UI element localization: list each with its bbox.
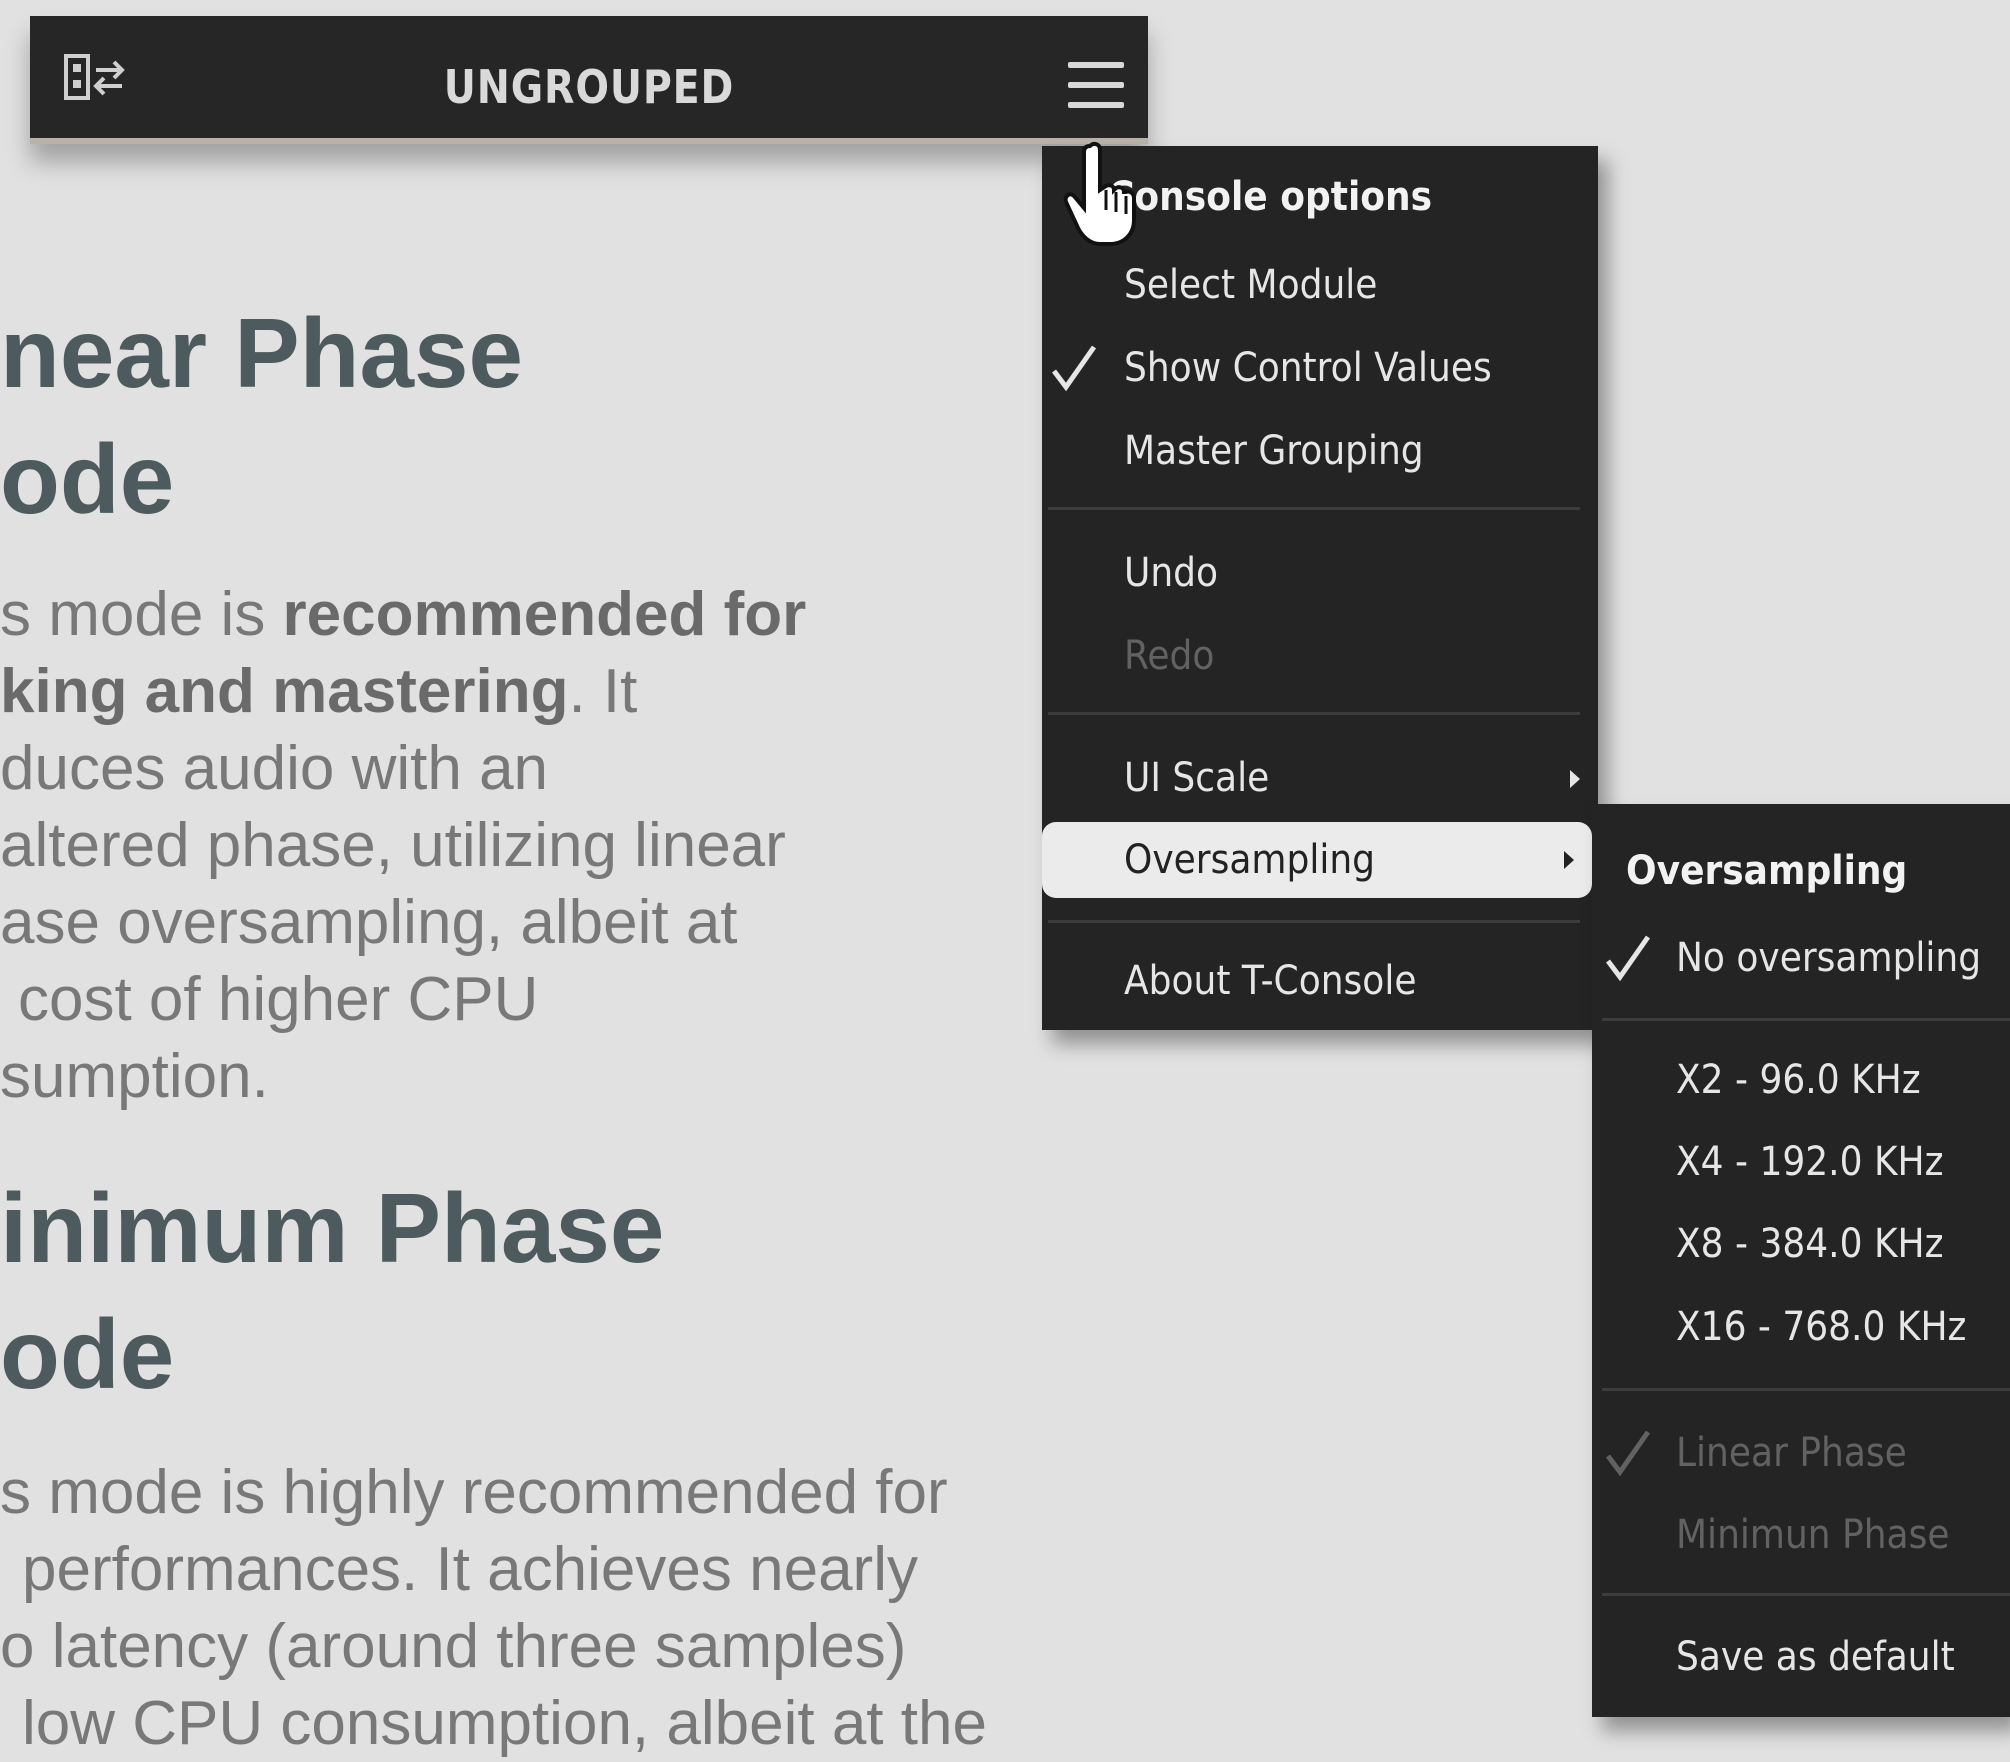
menu-item-show-control-values[interactable]: Show Control Values xyxy=(1042,333,1598,403)
menu-separator xyxy=(1602,1388,2010,1391)
menu-item-master-grouping[interactable]: Master Grouping xyxy=(1042,416,1598,486)
menu-separator xyxy=(1048,712,1580,715)
submenu-item-x8[interactable]: X8 - 384.0 KHz xyxy=(1592,1209,2010,1279)
menu-separator xyxy=(1602,1018,2010,1021)
hamburger-menu-icon[interactable] xyxy=(1060,48,1130,120)
menu-item-ui-scale[interactable]: UI Scale xyxy=(1042,743,1598,813)
menu-separator xyxy=(1048,507,1580,510)
submenu-item-x2[interactable]: X2 - 96.0 KHz xyxy=(1592,1045,2010,1115)
submenu-item-save-as-default[interactable]: Save as default xyxy=(1592,1622,2010,1692)
group-title: UNGROUPED xyxy=(443,60,735,114)
console-options-menu: Console options Select Module Show Contr… xyxy=(1042,146,1598,1030)
menu-item-oversampling[interactable]: Oversampling xyxy=(1042,822,1592,898)
menu-item-about-t-console[interactable]: About T-Console xyxy=(1042,946,1598,1016)
menu-item-redo: Redo xyxy=(1124,633,1215,679)
heading-line: near Phase xyxy=(0,298,523,408)
minimum-phase-heading: inimum Phase ode xyxy=(0,1165,664,1417)
heading-line: ode xyxy=(0,1299,175,1409)
menu-separator xyxy=(1048,920,1580,923)
submenu-item-minimum-phase: Minimun Phase xyxy=(1676,1512,1950,1558)
submenu-item-linear-phase: Linear Phase xyxy=(1592,1418,2010,1488)
submenu-item-no-oversampling[interactable]: No oversampling xyxy=(1592,923,2010,993)
menu-item-select-module[interactable]: Select Module xyxy=(1042,250,1598,320)
checkmark-icon xyxy=(1606,1430,1651,1477)
submenu-arrow-icon xyxy=(1564,851,1574,869)
hand-cursor-icon xyxy=(1063,141,1136,246)
menu-item-undo[interactable]: Undo xyxy=(1042,538,1598,608)
minimum-phase-description: s mode is highly recommended for perform… xyxy=(0,1458,987,1758)
submenu-item-x4[interactable]: X4 - 192.0 KHz xyxy=(1592,1127,2010,1197)
linear-phase-heading: near Phase ode xyxy=(0,290,523,542)
checkmark-icon xyxy=(1606,935,1651,982)
oversampling-submenu: Oversampling No oversampling X2 - 96.0 K… xyxy=(1592,804,2010,1717)
menu-separator xyxy=(1602,1593,2010,1596)
submenu-header-oversampling: Oversampling xyxy=(1626,848,1908,894)
submenu-item-x16[interactable]: X16 - 768.0 KHz xyxy=(1592,1292,2010,1362)
heading-line: ode xyxy=(0,424,175,534)
heading-line: inimum Phase xyxy=(0,1173,665,1283)
submenu-arrow-icon xyxy=(1570,770,1580,788)
checkmark-icon xyxy=(1052,345,1097,392)
linear-phase-description: s mode is recommended for king and maste… xyxy=(0,580,807,1111)
plugin-header-bar: UNGROUPED xyxy=(30,16,1148,144)
documentation-content: near Phase ode s mode is recommended for… xyxy=(0,0,1040,1758)
